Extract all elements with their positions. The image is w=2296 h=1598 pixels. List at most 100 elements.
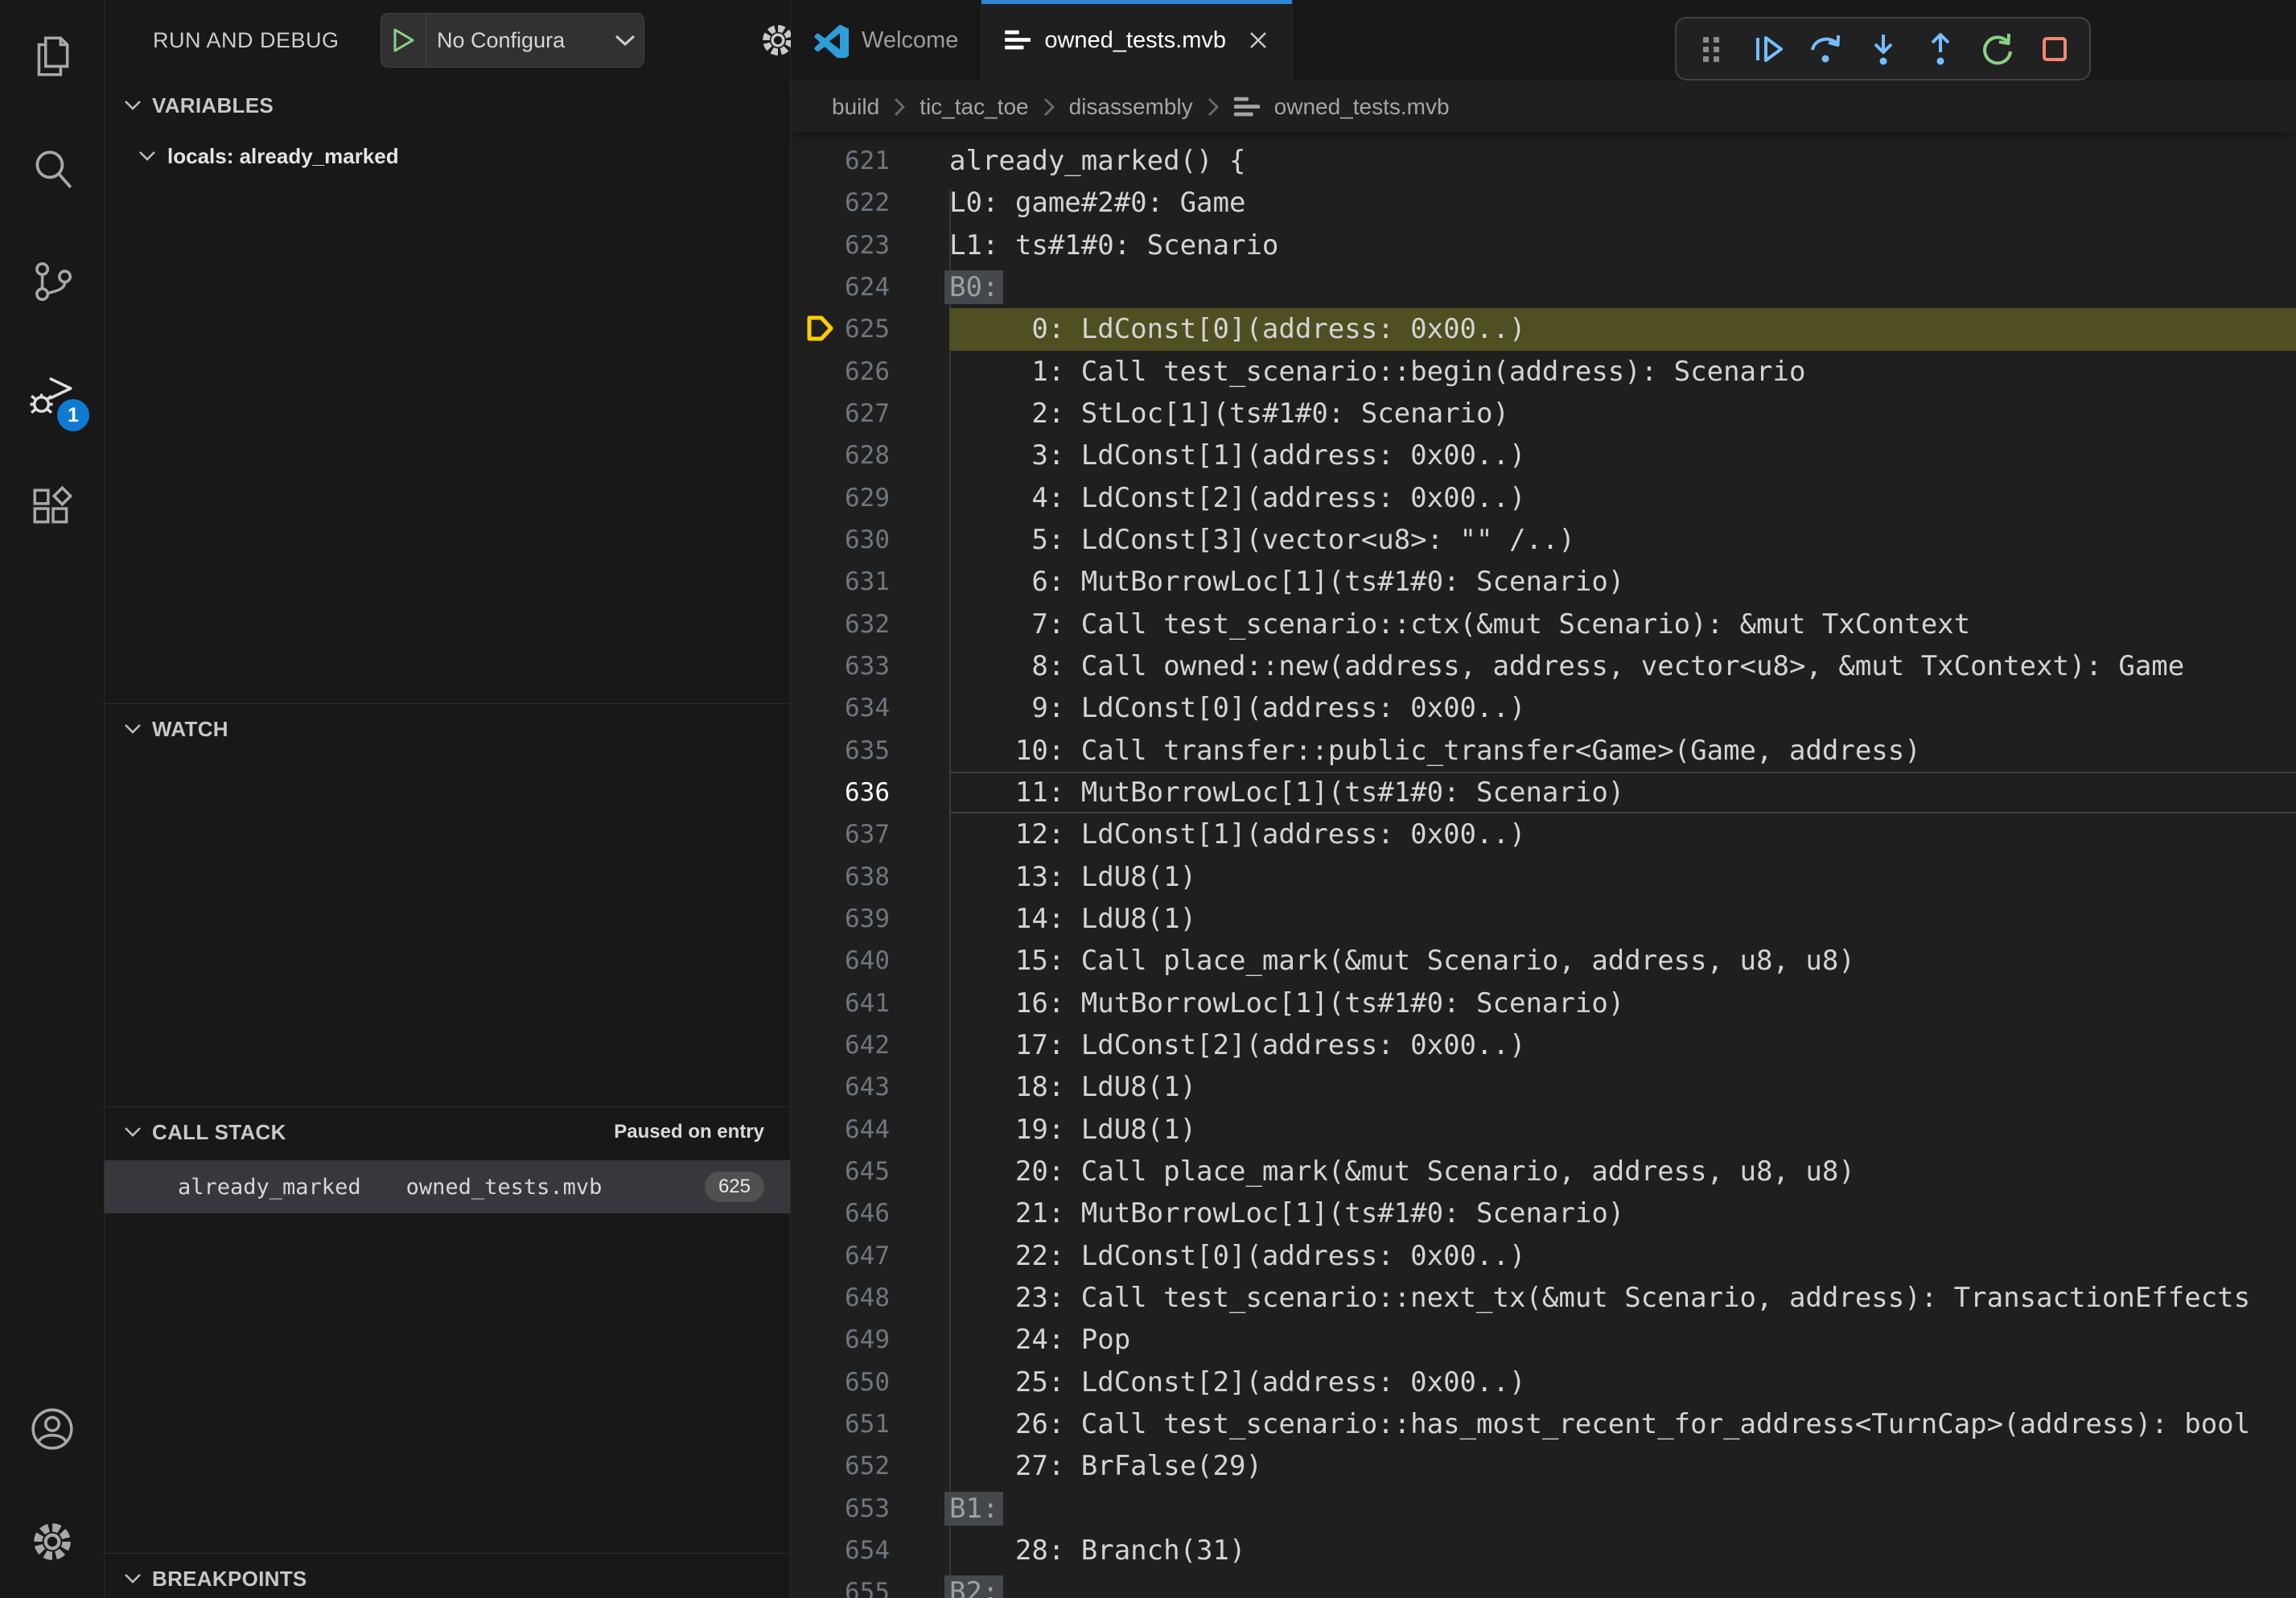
line-number[interactable]: 633 <box>791 652 949 681</box>
line-content[interactable]: 0: LdConst[0](address: 0x00..) <box>949 308 2296 350</box>
activity-bar-item-settings-gear[interactable] <box>0 1485 104 1598</box>
code-line[interactable]: 628 3: LdConst[1](address: 0x00..) <box>791 435 2296 476</box>
line-content[interactable]: 28: Branch(31) <box>949 1530 2296 1571</box>
watch-section-header[interactable]: WATCH <box>105 704 790 754</box>
line-number[interactable]: 623 <box>791 231 949 260</box>
code-line[interactable]: 626 1: Call test_scenario::begin(address… <box>791 351 2296 393</box>
code-line[interactable]: 629 4: LdConst[2](address: 0x00..) <box>791 477 2296 519</box>
line-number[interactable]: 637 <box>791 820 949 849</box>
code-editor[interactable]: 621already_marked() {622L0: game#2#0: Ga… <box>791 133 2296 1598</box>
line-content[interactable]: 16: MutBorrowLoc[1](ts#1#0: Scenario) <box>949 982 2296 1024</box>
line-content[interactable]: 23: Call test_scenario::next_tx(&mut Sce… <box>949 1277 2296 1319</box>
line-number[interactable]: 653 <box>791 1494 949 1523</box>
code-line[interactable]: 644 19: LdU8(1) <box>791 1109 2296 1151</box>
line-content[interactable]: 17: LdConst[2](address: 0x00..) <box>949 1024 2296 1066</box>
line-number[interactable]: 647 <box>791 1242 949 1271</box>
line-content[interactable]: 11: MutBorrowLoc[1](ts#1#0: Scenario) <box>949 772 2296 813</box>
code-line[interactable]: 623L1: ts#1#0: Scenario <box>791 224 2296 266</box>
line-number[interactable]: 639 <box>791 904 949 933</box>
line-content[interactable]: 5: LdConst[3](vector<u8>: "" /..) <box>949 519 2296 561</box>
code-line[interactable]: 627 2: StLoc[1](ts#1#0: Scenario) <box>791 393 2296 435</box>
line-number[interactable]: 638 <box>791 863 949 892</box>
line-content[interactable]: 20: Call place_mark(&mut Scenario, addre… <box>949 1151 2296 1192</box>
code-line[interactable]: 633 8: Call owned::new(address, address,… <box>791 645 2296 687</box>
line-content[interactable]: 24: Pop <box>949 1319 2296 1361</box>
code-line[interactable]: 631 6: MutBorrowLoc[1](ts#1#0: Scenario) <box>791 561 2296 603</box>
debug-continue-button[interactable] <box>1746 27 1791 72</box>
line-number[interactable]: 631 <box>791 567 949 596</box>
call-stack-frame[interactable]: already_marked owned_tests.mvb 625 <box>105 1160 790 1213</box>
code-line[interactable]: 651 26: Call test_scenario::has_most_rec… <box>791 1403 2296 1445</box>
line-number[interactable]: 629 <box>791 484 949 513</box>
line-number[interactable]: 626 <box>791 357 949 386</box>
close-icon[interactable] <box>1247 29 1269 51</box>
line-number[interactable]: 621 <box>791 146 949 175</box>
line-content[interactable]: 21: MutBorrowLoc[1](ts#1#0: Scenario) <box>949 1192 2296 1234</box>
line-number[interactable]: 646 <box>791 1199 949 1228</box>
code-line[interactable]: 650 25: LdConst[2](address: 0x00..) <box>791 1361 2296 1403</box>
activity-bar-item-source-control[interactable] <box>0 225 104 338</box>
line-content[interactable]: 1: Call test_scenario::begin(address): S… <box>949 351 2296 393</box>
line-number[interactable]: 648 <box>791 1283 949 1312</box>
debug-config-dropdown[interactable]: No Configura <box>381 13 644 68</box>
line-number[interactable]: 628 <box>791 441 949 470</box>
code-line[interactable]: 645 20: Call place_mark(&mut Scenario, a… <box>791 1151 2296 1192</box>
debug-stop-button[interactable] <box>2032 27 2077 72</box>
line-content[interactable]: 8: Call owned::new(address, address, vec… <box>949 645 2296 687</box>
activity-bar-item-extensions[interactable] <box>0 451 104 563</box>
line-content[interactable]: 27: BrFalse(29) <box>949 1445 2296 1487</box>
line-number[interactable]: 654 <box>791 1536 949 1565</box>
activity-bar-item-account[interactable] <box>0 1373 104 1485</box>
line-content[interactable]: 15: Call place_mark(&mut Scenario, addre… <box>949 940 2296 982</box>
line-number[interactable]: 622 <box>791 188 949 217</box>
line-content[interactable]: 14: LdU8(1) <box>949 898 2296 940</box>
debug-restart-button[interactable] <box>1975 27 2020 72</box>
line-content[interactable]: 26: Call test_scenario::has_most_recent_… <box>949 1403 2296 1445</box>
debug-step-into-button[interactable] <box>1861 27 1906 72</box>
code-line[interactable]: 622L0: game#2#0: Game <box>791 182 2296 224</box>
call-stack-section-header[interactable]: CALL STACK Paused on entry <box>105 1107 790 1157</box>
line-content[interactable]: 3: LdConst[1](address: 0x00..) <box>949 435 2296 476</box>
line-content[interactable]: L1: ts#1#0: Scenario <box>949 224 2296 266</box>
line-content[interactable]: B1: <box>949 1488 2296 1530</box>
variables-section-header[interactable]: VARIABLES <box>105 80 790 130</box>
line-content[interactable]: 7: Call test_scenario::ctx(&mut Scenario… <box>949 603 2296 645</box>
line-number[interactable]: 649 <box>791 1325 949 1354</box>
start-debug-button[interactable] <box>381 14 426 67</box>
line-number[interactable]: 652 <box>791 1452 949 1481</box>
line-content[interactable]: 2: StLoc[1](ts#1#0: Scenario) <box>949 393 2296 435</box>
line-content[interactable]: B2: <box>949 1571 2296 1598</box>
code-line[interactable]: 655B2: <box>791 1571 2296 1598</box>
line-number[interactable]: 632 <box>791 610 949 639</box>
code-line[interactable]: 646 21: MutBorrowLoc[1](ts#1#0: Scenario… <box>791 1192 2296 1234</box>
debug-gripper-button[interactable] <box>1689 27 1734 72</box>
code-line[interactable]: 639 14: LdU8(1) <box>791 898 2296 940</box>
code-line[interactable]: 630 5: LdConst[3](vector<u8>: "" /..) <box>791 519 2296 561</box>
activity-bar-item-files[interactable] <box>0 0 104 113</box>
line-number[interactable]: 635 <box>791 736 949 765</box>
line-number[interactable]: 645 <box>791 1157 949 1186</box>
line-number[interactable]: 650 <box>791 1368 949 1397</box>
tab-welcome[interactable]: Welcome <box>791 0 981 80</box>
code-line[interactable]: 652 27: BrFalse(29) <box>791 1445 2296 1487</box>
code-line[interactable]: 637 12: LdConst[1](address: 0x00..) <box>791 813 2296 855</box>
line-number[interactable]: 624 <box>791 273 949 302</box>
breadcrumb-item[interactable]: tic_tac_toe <box>920 94 1028 120</box>
code-line[interactable]: 624B0: <box>791 266 2296 308</box>
breadcrumb-item[interactable]: disassembly <box>1069 94 1193 120</box>
line-content[interactable]: 13: LdU8(1) <box>949 856 2296 898</box>
line-content[interactable]: 4: LdConst[2](address: 0x00..) <box>949 477 2296 519</box>
line-content[interactable]: 10: Call transfer::public_transfer<Game>… <box>949 730 2296 772</box>
line-content[interactable]: B0: <box>949 266 2296 308</box>
code-line[interactable]: 634 9: LdConst[0](address: 0x00..) <box>791 687 2296 729</box>
breadcrumb-item[interactable]: owned_tests.mvb <box>1274 94 1450 120</box>
code-line[interactable]: 643 18: LdU8(1) <box>791 1066 2296 1108</box>
code-line[interactable]: 625 0: LdConst[0](address: 0x00..) <box>791 308 2296 350</box>
line-content[interactable]: 6: MutBorrowLoc[1](ts#1#0: Scenario) <box>949 561 2296 603</box>
line-content[interactable]: 19: LdU8(1) <box>949 1109 2296 1151</box>
line-content[interactable]: 9: LdConst[0](address: 0x00..) <box>949 687 2296 729</box>
line-number[interactable]: 651 <box>791 1410 949 1439</box>
code-line[interactable]: 648 23: Call test_scenario::next_tx(&mut… <box>791 1277 2296 1319</box>
line-number[interactable]: 655 <box>791 1578 949 1598</box>
code-line[interactable]: 654 28: Branch(31) <box>791 1530 2296 1571</box>
